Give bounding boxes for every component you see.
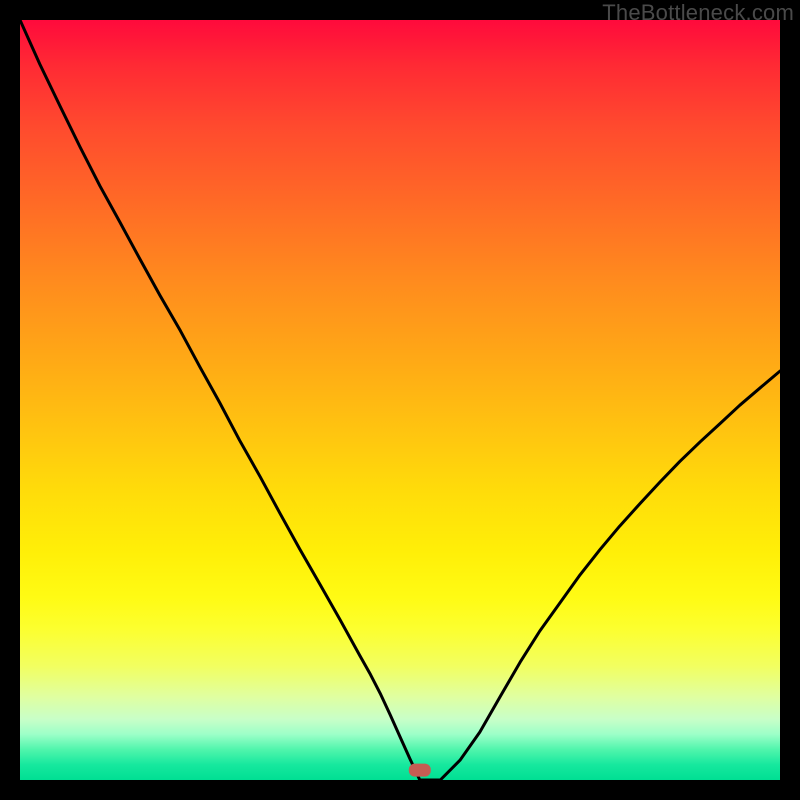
min-marker-lozenge [409, 764, 431, 777]
plot-area [20, 20, 780, 780]
chart-frame: TheBottleneck.com [0, 0, 800, 800]
bottleneck-curve-svg [20, 20, 780, 780]
bottleneck-curve [20, 20, 780, 780]
